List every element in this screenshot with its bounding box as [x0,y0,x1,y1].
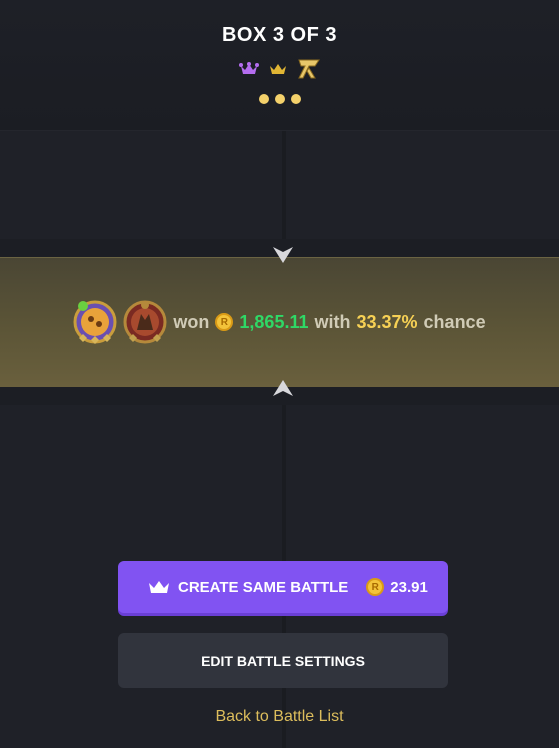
winner-summary: won R 1,865.11 with 33.37% chance [0,298,559,346]
mode-icons [0,58,559,80]
winner-avatar [73,300,117,344]
back-to-battle-list-link[interactable]: Back to Battle List [0,708,559,726]
edit-battle-settings-button[interactable]: EDIT BATTLE SETTINGS [118,633,448,688]
pointer-down-icon [273,247,293,263]
page-title: BOX 3 OF 3 [221,24,338,46]
round-progress-dots [0,94,559,104]
create-battle-label: CREATE SAME BATTLE [178,578,349,596]
progress-dot [290,94,301,104]
crown-icon [148,579,170,595]
battle-header: BOX 3 OF 3 [0,0,559,131]
progress-dot [258,94,269,104]
coin-icon: R [215,313,234,331]
r-logo-icon [297,58,321,80]
edit-battle-label: EDIT BATTLE SETTINGS [201,652,365,669]
winner-avatar [123,300,167,344]
pointer-up-icon [273,380,293,396]
jester-icon [238,62,259,76]
chance-label: chance [423,311,486,332]
create-battle-price: 23.91 [390,578,428,596]
coin-icon: R [366,578,385,596]
won-amount: 1,865.11 [239,311,309,332]
crown-icon [269,63,287,75]
battle-result-page: BOX 3 OF 3 won R 1,865.11 with 33.37% ch… [0,0,559,748]
progress-dot [274,94,285,104]
won-label: won [173,311,210,332]
create-same-battle-button[interactable]: CREATE SAME BATTLE R 23.91 [118,561,448,613]
win-chance: 33.37% [356,311,418,332]
with-label: with [314,311,351,332]
